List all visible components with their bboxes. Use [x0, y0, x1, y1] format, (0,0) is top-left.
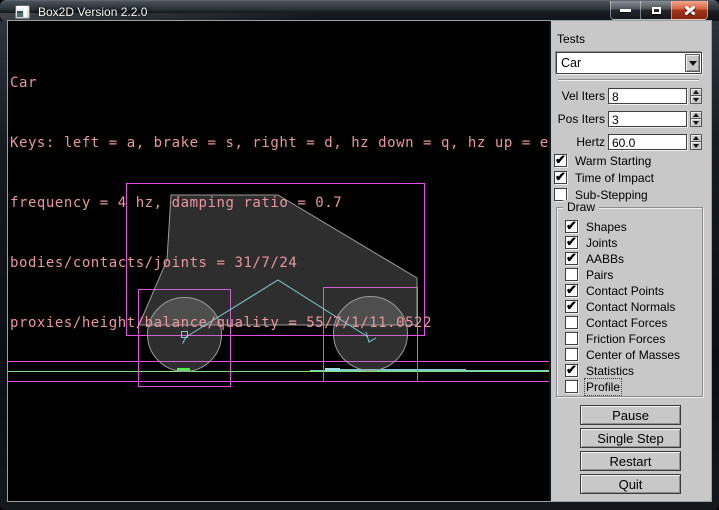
checkbox-contact-normals[interactable]: Contact Normals	[565, 300, 680, 313]
checkbox-label: Contact Forces	[586, 316, 667, 330]
checkbox-label: Pairs	[586, 268, 613, 282]
spinner-label: Pos Iters	[551, 112, 605, 126]
client-area: Car Keys: left = a, brake = s, right = d…	[8, 21, 711, 501]
checkbox-center-of-masses[interactable]: Center of Masses	[565, 348, 680, 361]
spinner-buttons	[690, 134, 702, 150]
spinner-buttons	[690, 88, 702, 104]
stats-line-frequency-4-hz-damping-ratio-0-7: frequency = 4 hz, damping ratio = 0.7	[10, 196, 549, 211]
checkbox-warm-starting[interactable]: Warm Starting	[554, 154, 654, 167]
spinner-up-button[interactable]	[690, 88, 702, 96]
tests-combobox[interactable]: Car	[556, 52, 702, 74]
checkbox-label: Shapes	[586, 220, 627, 234]
checkbox-box[interactable]	[554, 171, 567, 184]
maximize-icon	[652, 7, 661, 14]
spinner-row-vel-iters: Vel Iters 8	[551, 88, 711, 104]
checkbox-box[interactable]	[565, 364, 578, 377]
checkbox-pairs[interactable]: Pairs	[565, 268, 680, 281]
simulation-canvas[interactable]: Car Keys: left = a, brake = s, right = d…	[8, 21, 549, 501]
checkbox-label: Time of Impact	[575, 171, 654, 185]
button-restart[interactable]: Restart	[580, 451, 681, 471]
checkbox-label: Contact Normals	[586, 300, 675, 314]
arrow-down-icon	[693, 144, 699, 148]
checkbox-label: Contact Points	[586, 284, 664, 298]
checkbox-box[interactable]	[565, 300, 578, 313]
checkbox-shapes[interactable]: Shapes	[565, 220, 680, 233]
button-pause[interactable]: Pause	[580, 405, 681, 425]
checkbox-box[interactable]	[565, 284, 578, 297]
spinner-down-button[interactable]	[690, 96, 702, 104]
checkbox-contact-points[interactable]: Contact Points	[565, 284, 680, 297]
arrow-up-icon	[693, 113, 699, 117]
checkbox-statistics[interactable]: Statistics	[565, 364, 680, 377]
spinner-buttons	[690, 111, 702, 127]
draw-group: Draw Shapes Joints	[556, 207, 703, 397]
spinner-up-button[interactable]	[690, 134, 702, 142]
tests-label: Tests	[557, 32, 585, 46]
spinner-down-button[interactable]	[690, 142, 702, 150]
checkbox-box[interactable]	[565, 252, 578, 265]
checkbox-label: Profile	[586, 380, 620, 394]
arrow-down-icon	[693, 98, 699, 102]
checkbox-box[interactable]	[565, 316, 578, 329]
checkbox-label: Statistics	[586, 364, 634, 378]
spinner-label: Vel Iters	[551, 89, 605, 103]
checkbox-box[interactable]	[565, 332, 578, 345]
checkbox-box[interactable]	[554, 154, 567, 167]
chevron-down-icon	[689, 61, 697, 66]
arrow-up-icon	[693, 136, 699, 140]
window-controls	[610, 1, 708, 20]
maximize-button[interactable]	[641, 1, 671, 20]
spinner-up-button[interactable]	[690, 111, 702, 119]
separator	[558, 79, 699, 81]
simulation-checkboxes: Warm Starting Time of Impact Sub-Steppin…	[554, 154, 654, 205]
spinner-row-hertz: Hertz 60.0	[551, 134, 711, 150]
checkbox-label: Center of Masses	[586, 348, 680, 362]
tests-selected-value: Car	[561, 56, 581, 70]
stats-line-bodies-contacts-joints-31-7-24: bodies/contacts/joints = 31/7/24	[10, 256, 549, 271]
checkbox-joints[interactable]: Joints	[565, 236, 680, 249]
button-quit[interactable]: Quit	[580, 474, 681, 494]
checkbox-label: Friction Forces	[586, 332, 665, 346]
checkbox-box[interactable]	[565, 380, 578, 393]
draw-group-title: Draw	[563, 200, 599, 214]
checkbox-box[interactable]	[565, 348, 578, 361]
close-icon	[684, 5, 696, 15]
control-sidebar: Tests Car Vel Iters 8	[549, 21, 711, 501]
close-button[interactable]	[671, 1, 708, 20]
checkbox-aabbs[interactable]: AABBs	[565, 252, 680, 265]
action-buttons: Pause Single Step Restart Quit	[580, 405, 681, 497]
window-title: Box2D Version 2.2.0	[38, 4, 147, 20]
spinner-label: Hertz	[551, 135, 605, 149]
app-icon	[15, 5, 30, 19]
checkbox-box[interactable]	[565, 220, 578, 233]
stats-text: Car Keys: left = a, brake = s, right = d…	[10, 31, 549, 376]
minimize-icon	[620, 9, 631, 12]
checkbox-label: Warm Starting	[575, 154, 651, 168]
minimize-button[interactable]	[610, 1, 641, 20]
iteration-settings: Vel Iters 8 Pos Iters 3	[551, 88, 711, 157]
stats-line-keys-left-a-brake-s-right-d-hz-down-q-hz-up-e: Keys: left = a, brake = s, right = d, hz…	[10, 136, 549, 151]
checkbox-box[interactable]	[565, 236, 578, 249]
tests-dropdown-button[interactable]	[685, 54, 700, 72]
checkbox-time-of-impact[interactable]: Time of Impact	[554, 171, 654, 184]
checkbox-label: Joints	[586, 236, 617, 250]
arrow-up-icon	[693, 90, 699, 94]
checkbox-label: AABBs	[586, 252, 624, 266]
checkbox-friction-forces[interactable]: Friction Forces	[565, 332, 680, 345]
titlebar[interactable]: Box2D Version 2.2.0	[0, 0, 719, 21]
checkbox-contact-forces[interactable]: Contact Forces	[565, 316, 680, 329]
spinner-input[interactable]: 60.0	[608, 134, 687, 150]
app-window: Box2D Version 2.2.0	[0, 0, 719, 510]
stats-line-car: Car	[10, 76, 549, 91]
spinner-down-button[interactable]	[690, 119, 702, 127]
stats-line-proxies-height-balance-quality-55-7-1-11-0522: proxies/height/balance/quality = 55/7/1/…	[10, 316, 549, 331]
spinner-input[interactable]: 3	[608, 111, 687, 127]
spinner-row-pos-iters: Pos Iters 3	[551, 111, 711, 127]
checkbox-box[interactable]	[565, 268, 578, 281]
draw-checkboxes: Shapes Joints AABBs	[565, 220, 680, 396]
button-single-step[interactable]: Single Step	[580, 428, 681, 448]
spinner-input[interactable]: 8	[608, 88, 687, 104]
arrow-down-icon	[693, 121, 699, 125]
checkbox-profile[interactable]: Profile	[565, 380, 680, 393]
